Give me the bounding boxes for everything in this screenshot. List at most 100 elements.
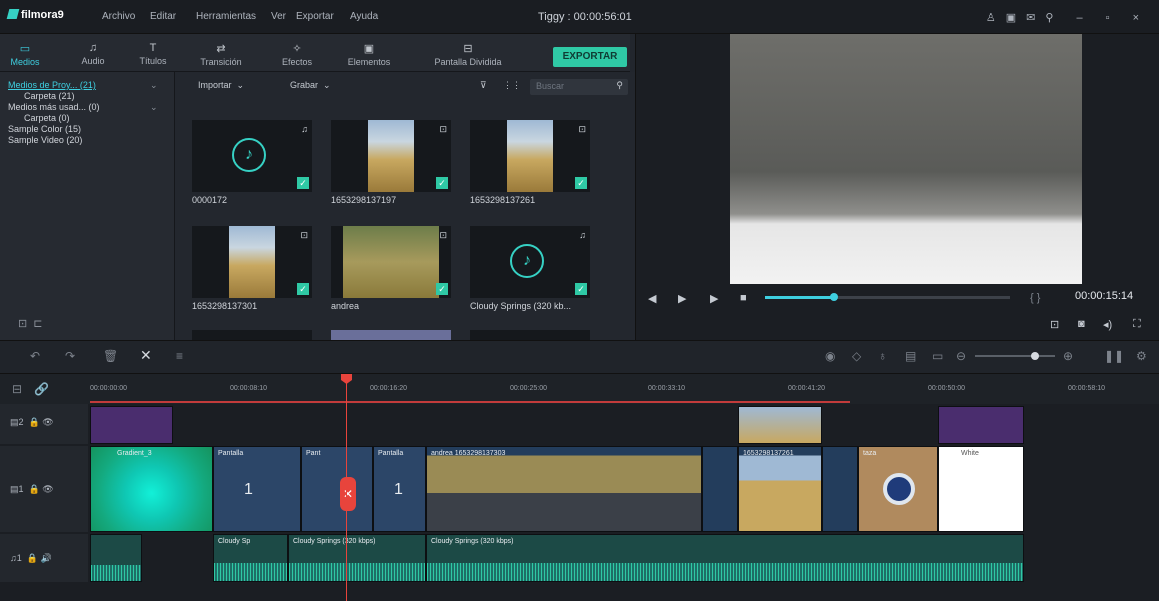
- add-track-icon[interactable]: ⊟: [12, 382, 22, 396]
- timeline-ruler[interactable]: [0, 374, 1159, 404]
- media-item-image[interactable]: ⊡ ✓: [470, 120, 590, 192]
- cup-thumbnail: [883, 473, 915, 505]
- preview-progress-slider[interactable]: [765, 293, 1010, 301]
- menu-exportar[interactable]: Exportar: [296, 11, 334, 22]
- audio-mixer-icon[interactable]: ▤: [905, 349, 916, 363]
- white-clip[interactable]: White: [938, 446, 1024, 532]
- chevron-down-icon[interactable]: ⌄: [150, 102, 158, 113]
- tree-folder[interactable]: Carpeta (21): [24, 91, 75, 101]
- ruler-tick: 00:00:00:00: [90, 385, 127, 392]
- audio-clip[interactable]: Cloudy Springs (320 kbps): [288, 534, 426, 582]
- transition-clip[interactable]: [702, 446, 738, 532]
- check-icon: ✓: [297, 177, 309, 189]
- tree-project-media[interactable]: Medios de Proy... (21): [8, 80, 96, 90]
- export-button[interactable]: EXPORTAR: [553, 47, 627, 67]
- media-item-image[interactable]: ⊡ ✓: [331, 120, 451, 192]
- tree-folder-empty[interactable]: Carpeta (0): [24, 113, 70, 123]
- video-clip[interactable]: andrea 1653298137303: [426, 446, 702, 532]
- clip-label: White: [961, 450, 979, 457]
- filter-icon[interactable]: ⊽: [480, 80, 487, 91]
- lock-icon[interactable]: 🔒: [27, 553, 38, 563]
- zoom-in-icon[interactable]: ⊕: [1063, 349, 1073, 363]
- title-clip[interactable]: [938, 406, 1024, 444]
- undo-icon[interactable]: ↶: [30, 349, 40, 363]
- media-item-partial[interactable]: [470, 330, 590, 340]
- media-item-image[interactable]: ⊡ ✓: [331, 226, 451, 298]
- redo-icon[interactable]: ↷: [65, 349, 75, 363]
- audio-clip[interactable]: Cloudy Springs (320 kbps): [426, 534, 1024, 582]
- tab-pantalla-dividida[interactable]: ⊟ Pantalla Dividida: [428, 42, 508, 67]
- image-clip[interactable]: 1653298137261: [738, 446, 822, 532]
- playhead-line[interactable]: [346, 374, 347, 601]
- menu-editar[interactable]: Editar: [150, 11, 176, 22]
- stop-icon[interactable]: ■: [740, 292, 747, 304]
- media-item-partial[interactable]: [331, 330, 451, 340]
- record-dropdown[interactable]: Grabar ⌄: [290, 80, 331, 91]
- menu-archivo[interactable]: Archivo: [102, 11, 135, 22]
- link-icon[interactable]: 🔗: [34, 382, 49, 396]
- audio-clip[interactable]: Cloudy Sp: [213, 534, 288, 582]
- split-screen-clip[interactable]: Pantalla 1: [373, 446, 426, 532]
- eye-icon[interactable]: 👁: [42, 417, 53, 427]
- add-folder-icon[interactable]: ⊡: [18, 318, 33, 330]
- mic-icon[interactable]: ♁: [878, 349, 887, 363]
- menu-ver[interactable]: Ver: [271, 11, 286, 22]
- menu-herramientas[interactable]: Herramientas: [196, 11, 256, 22]
- progress-knob[interactable]: [829, 293, 838, 301]
- step-forward-icon[interactable]: ▶: [678, 292, 686, 305]
- eye-icon[interactable]: 👁: [42, 484, 53, 494]
- split-screen-clip[interactable]: Pant ✕: [301, 446, 373, 532]
- split-marker-icon[interactable]: ✕: [340, 477, 356, 511]
- adjust-icon[interactable]: ≡: [176, 349, 183, 363]
- pause-icon[interactable]: ❚❚: [1104, 349, 1124, 363]
- marker-icon[interactable]: ◇: [852, 349, 861, 363]
- menu-ayuda[interactable]: Ayuda: [350, 11, 378, 22]
- zoom-slider[interactable]: [975, 352, 1055, 360]
- mark-in-out-icon[interactable]: { }: [1030, 292, 1040, 304]
- play-icon[interactable]: ▶: [710, 292, 718, 305]
- chevron-down-icon[interactable]: ⌄: [150, 80, 158, 91]
- lock-icon[interactable]: 🔒: [29, 417, 40, 427]
- taza-clip[interactable]: taza: [858, 446, 938, 532]
- gradient-clip[interactable]: Gradient_3: [90, 446, 213, 532]
- subtitle-icon[interactable]: ▭: [932, 349, 943, 363]
- cut-icon[interactable]: ✕: [140, 347, 152, 364]
- zoom-knob[interactable]: [1031, 352, 1039, 360]
- settings-icon[interactable]: ⚙: [1136, 349, 1147, 363]
- tab-elementos[interactable]: ▣ Elementos: [344, 42, 394, 67]
- media-item-image[interactable]: ⊡ ✓: [192, 226, 312, 298]
- folder-actions[interactable]: ⊡⊏: [18, 317, 48, 330]
- window-controls[interactable]: ♙▣✉⚲ – ▫ ×: [986, 11, 1149, 24]
- media-item-audio[interactable]: ♪ ♫ ✓: [192, 120, 312, 192]
- grid-view-icon[interactable]: ⋮⋮: [503, 80, 521, 91]
- volume-icon[interactable]: ◂): [1103, 318, 1112, 331]
- monitor-icon[interactable]: ⊡: [1050, 318, 1059, 331]
- fullscreen-icon[interactable]: ⛶: [1133, 318, 1141, 331]
- media-item-audio[interactable]: ♪ ♫ ✓: [470, 226, 590, 298]
- split-screen-clip[interactable]: Pantalla 1: [213, 446, 301, 532]
- media-item-partial[interactable]: [192, 330, 312, 340]
- tab-audio[interactable]: ♫ Audio: [68, 42, 118, 66]
- tree-sample-video[interactable]: Sample Video (20): [8, 135, 82, 145]
- zoom-out-icon[interactable]: ⊖: [956, 349, 966, 363]
- snapshot-icon[interactable]: ◙: [1078, 318, 1085, 330]
- search-input[interactable]: Buscar ⚲: [530, 79, 628, 95]
- audio-clip[interactable]: [90, 534, 142, 582]
- tab-medios[interactable]: ▭ Medios: [0, 42, 50, 67]
- render-icon[interactable]: ◉: [825, 349, 835, 363]
- speaker-icon[interactable]: 🔊: [41, 553, 52, 563]
- lock-icon[interactable]: 🔒: [29, 484, 40, 494]
- image-clip[interactable]: [738, 406, 822, 444]
- tab-titulos[interactable]: T Títulos: [128, 42, 178, 66]
- folder-icon[interactable]: ⊏: [33, 318, 48, 330]
- delete-icon[interactable]: 🗑: [103, 349, 118, 363]
- import-dropdown[interactable]: Importar ⌄: [198, 80, 244, 91]
- step-back-icon[interactable]: ◀: [648, 292, 656, 305]
- tree-sample-color[interactable]: Sample Color (15): [8, 124, 81, 134]
- tree-most-used[interactable]: Medios más usad... (0): [8, 102, 100, 112]
- transition-clip[interactable]: [822, 446, 858, 532]
- music-note-icon: ♪: [510, 244, 544, 278]
- tab-transicion[interactable]: ⇄ Transición: [196, 42, 246, 67]
- tab-efectos[interactable]: ✧ Efectos: [272, 42, 322, 67]
- title-clip[interactable]: [90, 406, 173, 444]
